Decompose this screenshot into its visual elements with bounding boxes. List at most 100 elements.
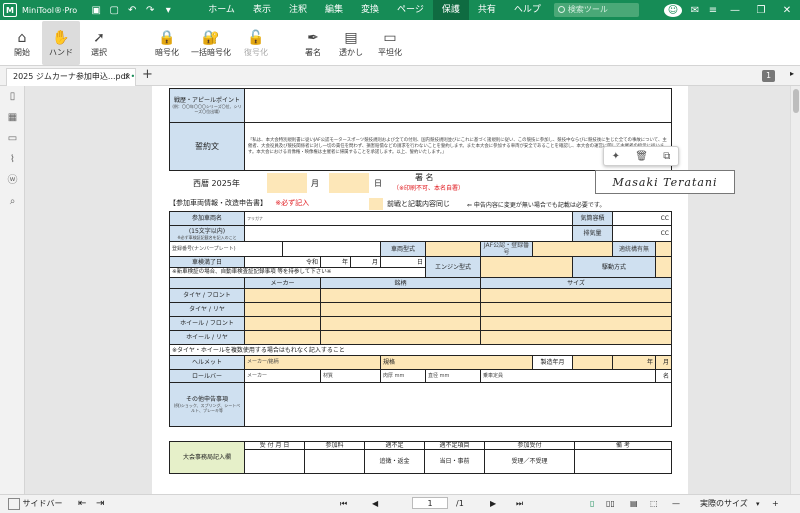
model-field[interactable] (425, 241, 481, 257)
delete-icon[interactable]: 🗑 (635, 151, 648, 162)
maximize-icon[interactable]: ❐ (748, 5, 774, 16)
menu-4[interactable]: 編集 (316, 0, 352, 20)
manufacture-year-field[interactable] (572, 355, 613, 370)
ribbon-watermark-button[interactable]: ▤ 透かし (332, 21, 370, 65)
ribbon-flatten-button[interactable]: ▭ 平坦化 (370, 21, 410, 65)
tire-front-brand[interactable] (320, 288, 481, 303)
ribbon-cursor-button[interactable]: ➚ 選択 (80, 21, 118, 65)
comment-icon[interactable]: ▭ (0, 128, 25, 149)
license-field[interactable] (655, 241, 672, 257)
copy-icon[interactable]: ⧉ (663, 151, 670, 162)
form-field-icon[interactable]: ⓦ (0, 170, 25, 191)
wheel-front-brand[interactable] (320, 316, 481, 331)
jaf-field[interactable] (532, 241, 613, 257)
save-icon[interactable]: ▣ (87, 5, 105, 16)
wheel-rear-maker[interactable] (244, 330, 321, 345)
received-field[interactable] (244, 449, 305, 474)
feedback-icon[interactable]: ✉ (686, 5, 704, 16)
material-field[interactable]: 材質 (320, 369, 381, 383)
chevron-right-icon[interactable]: ▸ (790, 69, 794, 78)
tab-close-icon[interactable]: × (124, 69, 131, 85)
prev-page-icon[interactable]: ◀ (372, 497, 378, 511)
thickness-field[interactable]: 肉厚 mm (380, 369, 426, 383)
avatar[interactable]: ☺ (664, 3, 682, 17)
other-field[interactable] (244, 382, 672, 427)
menu-7[interactable]: 保護 (432, 0, 469, 20)
redo-icon[interactable]: ↷ (141, 5, 159, 16)
capacity-field[interactable]: 乗車定員 (480, 369, 656, 383)
document-tab[interactable]: 2025 ジムカーナ参加申込...pdf • × (6, 68, 136, 86)
single-page-icon[interactable]: ▯ (590, 497, 594, 511)
menu-5[interactable]: 変換 (352, 0, 388, 20)
bookmark-icon[interactable]: ▯ (0, 86, 25, 107)
helmet-maker-field[interactable]: メーカー/銘柄 (244, 355, 381, 370)
wheel-rear-size[interactable] (480, 330, 672, 345)
dropdown-icon[interactable]: ▾ (159, 5, 177, 16)
tire-rear-size[interactable] (480, 302, 672, 317)
close-icon[interactable]: ✕ (774, 5, 800, 16)
tire-front-maker[interactable] (244, 288, 321, 303)
same-checkbox[interactable] (369, 198, 383, 210)
undo-icon[interactable]: ↶ (123, 5, 141, 16)
ribbon-signature-button[interactable]: ✒ 署名 (294, 21, 332, 65)
menu-3[interactable]: 注釈 (280, 0, 316, 20)
engine-field[interactable] (480, 256, 573, 278)
standard-field[interactable]: 規格 (380, 355, 533, 370)
ribbon-batch-lock-button[interactable]: 🔐 一括暗号化 (186, 21, 236, 65)
search-icon[interactable]: ⌕ (0, 191, 25, 212)
nav-forward-icon[interactable]: ⇥ (96, 497, 104, 511)
ribbon-lock-button[interactable]: 🔒 暗号化 (148, 21, 186, 65)
wheel-front-maker[interactable] (244, 316, 321, 331)
zoom-select[interactable]: 実際のサイズ (700, 497, 748, 511)
fit-width-icon[interactable]: ⬚ (650, 497, 658, 511)
furigana-field[interactable]: フリガナ (244, 211, 573, 226)
zoom-dropdown-icon[interactable]: ▾ (756, 497, 760, 511)
search-input[interactable]: 検索ツール (553, 3, 639, 17)
menu-2[interactable]: 表示 (244, 0, 280, 20)
hamburger-icon[interactable]: ≡ (704, 5, 722, 16)
month-field[interactable] (267, 173, 307, 193)
day-field[interactable] (329, 173, 369, 193)
tire-rear-maker[interactable] (244, 302, 321, 317)
scroll-view-icon[interactable]: ▤ (630, 497, 638, 511)
last-page-icon[interactable]: ⏭ (516, 497, 523, 511)
nav-back-icon[interactable]: ⇤ (78, 497, 86, 511)
signature-field[interactable]: Masaki Teratani (595, 170, 735, 194)
remarks-field[interactable] (574, 449, 672, 474)
wheel-front-size[interactable] (480, 316, 672, 331)
first-page-icon[interactable]: ⏮ (340, 497, 347, 511)
ribbon-unlock-button[interactable]: 🔓 復号化 (236, 21, 276, 65)
career-field[interactable] (244, 88, 672, 123)
ribbon-hand-button[interactable]: ✋ ハンド (42, 21, 80, 65)
menu-9[interactable]: ヘルプ (505, 0, 550, 20)
two-page-icon[interactable]: ▯▯ (606, 497, 615, 511)
fee-field[interactable] (304, 449, 365, 474)
minimize-icon[interactable]: — (722, 5, 748, 16)
next-page-icon[interactable]: ▶ (490, 497, 496, 511)
zoom-out-icon[interactable]: — (672, 497, 680, 511)
car-name-field[interactable] (244, 225, 573, 242)
new-tab-icon[interactable]: + (142, 67, 153, 82)
wheel-rear-brand[interactable] (320, 330, 481, 345)
page-number-field[interactable]: 1 (412, 497, 448, 511)
scroll-thumb[interactable] (793, 89, 799, 113)
sidebar-toggle[interactable]: サイドバー (8, 497, 63, 511)
menu-8[interactable]: 共有 (469, 0, 505, 20)
attachment-icon[interactable]: ⌇ (0, 149, 25, 170)
menu-6[interactable]: ページ (388, 0, 433, 20)
displacement-field[interactable]: CC (612, 211, 672, 226)
tire-front-size[interactable] (480, 288, 672, 303)
menu-1[interactable]: ホーム (199, 0, 244, 20)
diameter-field[interactable]: 直径 mm (425, 369, 481, 383)
pin-icon[interactable]: ✦ (612, 151, 620, 162)
plate-field[interactable] (282, 241, 381, 257)
zoom-in-icon[interactable]: + (772, 497, 779, 511)
ribbon-home-button[interactable]: ⌂ 開始 (2, 21, 42, 65)
document-icon[interactable]: ▢ (105, 5, 123, 16)
document-viewer[interactable]: 戦歴・アピールポイント (例：〇〇年〇〇〇シリーズ〇位、シリーズ〇位出場) 誓約… (25, 86, 800, 494)
vertical-scrollbar[interactable] (790, 86, 800, 494)
tire-rear-brand[interactable] (320, 302, 481, 317)
rollbar-maker-field[interactable]: メーカー (244, 369, 321, 383)
exhaust-field[interactable]: CC (612, 225, 672, 242)
drive-field[interactable] (655, 256, 672, 278)
